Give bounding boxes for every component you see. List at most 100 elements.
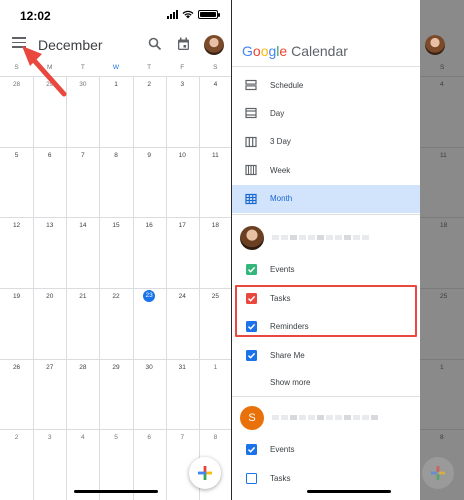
day-cell-number[interactable]: 8 [209,434,221,441]
scrim-overlay[interactable]: S 4 11 18 25 1 8 [420,0,464,500]
brand-letter: e [279,43,288,59]
day-cell-number[interactable]: 22 [110,293,122,300]
account-row-primary[interactable] [232,224,420,252]
dimmed-grid-line [420,76,464,77]
day-cell-number[interactable]: 1 [209,364,221,371]
day-cell-number[interactable]: 7 [176,434,188,441]
day-cell-number[interactable]: 23 [143,290,156,302]
google-calendar-logo: Google Calendar [242,43,348,59]
section-divider [232,396,420,397]
dimmed-day-number: 25 [440,293,448,300]
day-cell-number[interactable]: 12 [11,222,23,229]
view-option-3-day[interactable]: 3 Day [232,128,420,156]
day-cell-number[interactable]: 3 [44,434,56,441]
dimmed-grid-line [420,217,464,219]
calendar-label: Share Me [270,350,305,360]
dimmed-grid-line [420,358,464,360]
create-event-fab[interactable] [189,457,221,489]
grid-column-line [132,76,134,500]
day-cell-number[interactable]: 28 [77,364,89,371]
day-cell-number[interactable]: 2 [143,81,155,88]
day-cell-number[interactable]: 7 [77,152,89,159]
view-option-week[interactable]: Week [232,156,420,184]
day-cell-number[interactable]: 6 [143,434,155,441]
day-cell-number[interactable]: 13 [44,222,56,229]
day-cell-number[interactable]: 26 [11,364,23,371]
day-cell-number[interactable]: 11 [209,152,221,159]
grid-row-line [0,288,232,289]
checked-checkbox-icon[interactable] [246,349,257,361]
checked-checkbox-icon[interactable] [246,444,257,455]
search-icon[interactable] [148,37,162,51]
dimmed-create-fab [422,457,454,489]
weekday-label: S [14,64,19,71]
day-cell-number[interactable]: 6 [44,152,56,159]
grid-column-line [33,76,35,500]
day-cell-number[interactable]: 29 [110,364,122,371]
day-cell-number[interactable]: 10 [176,152,188,159]
redacted-email [272,235,369,240]
day-cell-number[interactable]: 29 [44,81,56,88]
weekday-label: T [80,64,85,71]
schedule-icon [245,79,257,91]
wifi-icon [182,10,194,19]
day-cell-number[interactable]: 15 [110,222,122,229]
day-cell-number[interactable]: 2 [11,434,23,441]
dimmed-grid-line [420,288,464,289]
day-cell-number[interactable]: 24 [176,293,188,300]
month-title[interactable]: December [38,37,103,53]
day-cell-number[interactable]: 27 [44,364,56,371]
day-cell-number[interactable]: 17 [176,222,188,229]
plus-icon [431,466,445,480]
hamburger-menu-icon[interactable] [12,37,26,49]
day-cell-number[interactable]: 21 [77,293,89,300]
dimmed-day-number: 8 [440,434,444,442]
view-option-label: Day [270,108,285,118]
view-option-label: 3 Day [270,137,291,147]
grid-row-line [0,146,232,148]
redacted-email [272,415,378,420]
show-more-link[interactable]: Show more [270,378,310,387]
status-bar: 12:02 [0,0,232,30]
day-cell-number[interactable]: 4 [77,434,89,441]
day-cell-number[interactable]: 30 [143,364,155,371]
navigation-drawer: Google Calendar Schedule Day 3 Day Week Mont… [232,0,420,500]
day-cell-number[interactable]: 16 [143,222,155,229]
day-cell-number[interactable]: 3 [176,81,188,88]
day-cell-number[interactable]: 5 [11,152,23,159]
month-grid: 28 29 30 1 2 3 4 5 6 7 8 9 10 11 12 13 14 15 16 17 18 19 20 21 2… [0,76,232,500]
day-cell-number[interactable]: 8 [110,152,122,159]
day-cell-number[interactable]: 14 [77,222,89,229]
day-cell-number[interactable]: 31 [176,364,188,371]
day-cell-number[interactable]: 25 [209,293,221,300]
account-avatar[interactable] [204,35,224,55]
day-cell-number[interactable]: 1 [110,81,122,88]
day-cell-number[interactable]: 5 [110,434,122,441]
checkmark-icon [247,446,256,453]
day-cell-number[interactable]: 19 [11,293,23,300]
today-calendar-icon[interactable] [177,37,190,51]
day-cell-number[interactable]: 18 [209,222,221,229]
day-cell-number[interactable]: 9 [143,152,155,159]
app-bar: December [0,30,232,60]
weekday-label: M [46,64,53,71]
day-cell-number[interactable]: 28 [11,81,23,88]
calendar-toggle-share-me[interactable]: Share Me [232,342,420,370]
day-cell-number[interactable]: 30 [77,81,89,88]
day-cell-number[interactable]: 4 [209,81,221,88]
dimmed-account-avatar [425,35,445,55]
view-option-month[interactable]: Month [232,184,420,213]
day-cell-number[interactable]: 20 [44,293,56,300]
unchecked-checkbox-icon[interactable] [246,472,257,484]
annotation-highlight-box [235,285,417,337]
checked-checkbox-icon[interactable] [246,264,257,275]
calendar-toggle-events[interactable]: Events [232,436,420,464]
view-option-day[interactable]: Day [232,99,420,127]
view-option-schedule[interactable]: Schedule [232,71,420,99]
calendar-toggle-tasks[interactable]: Tasks [232,465,420,493]
account-row-secondary[interactable]: S [232,404,420,432]
grid-row-line [0,76,232,77]
calendar-toggle-events[interactable]: Events [232,256,420,284]
dimmed-grid-line [420,146,464,148]
weekday-label: S [213,64,218,71]
